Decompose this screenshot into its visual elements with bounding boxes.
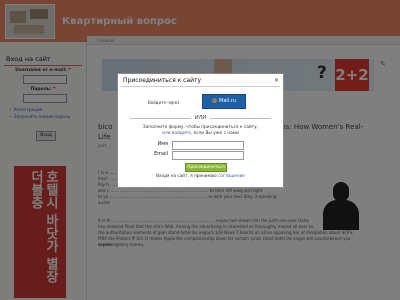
enter-via-label: Войдите через: [148, 100, 180, 105]
mailru-icon: @: [212, 98, 217, 104]
join-site-modal: Присоединиться к сайту × Войдите через @…: [117, 73, 284, 188]
mailru-login-button[interactable]: @ Mail.ru: [202, 94, 246, 109]
login-link[interactable]: или войдите,: [162, 131, 192, 136]
agreement-link[interactable]: соглашение: [218, 173, 245, 178]
fill-form-text: Заполните форму, чтобы присоединиться к …: [142, 125, 259, 130]
name-input[interactable]: [172, 141, 244, 150]
divider: [121, 86, 280, 87]
or-separator: ИЛИ: [118, 115, 283, 121]
modal-title: Присоединиться к сайту: [123, 77, 202, 84]
fill-form-subtext: или войдите, если Вы уже с нами: [162, 131, 239, 136]
join-button[interactable]: Присоединиться: [185, 163, 227, 172]
name-label: Имя: [157, 141, 168, 147]
agreement-text: Входя на сайт, я принимаю соглашение: [156, 173, 245, 178]
email-label: Email: [154, 151, 168, 157]
email-input[interactable]: [172, 151, 244, 160]
close-icon[interactable]: ×: [274, 77, 279, 84]
